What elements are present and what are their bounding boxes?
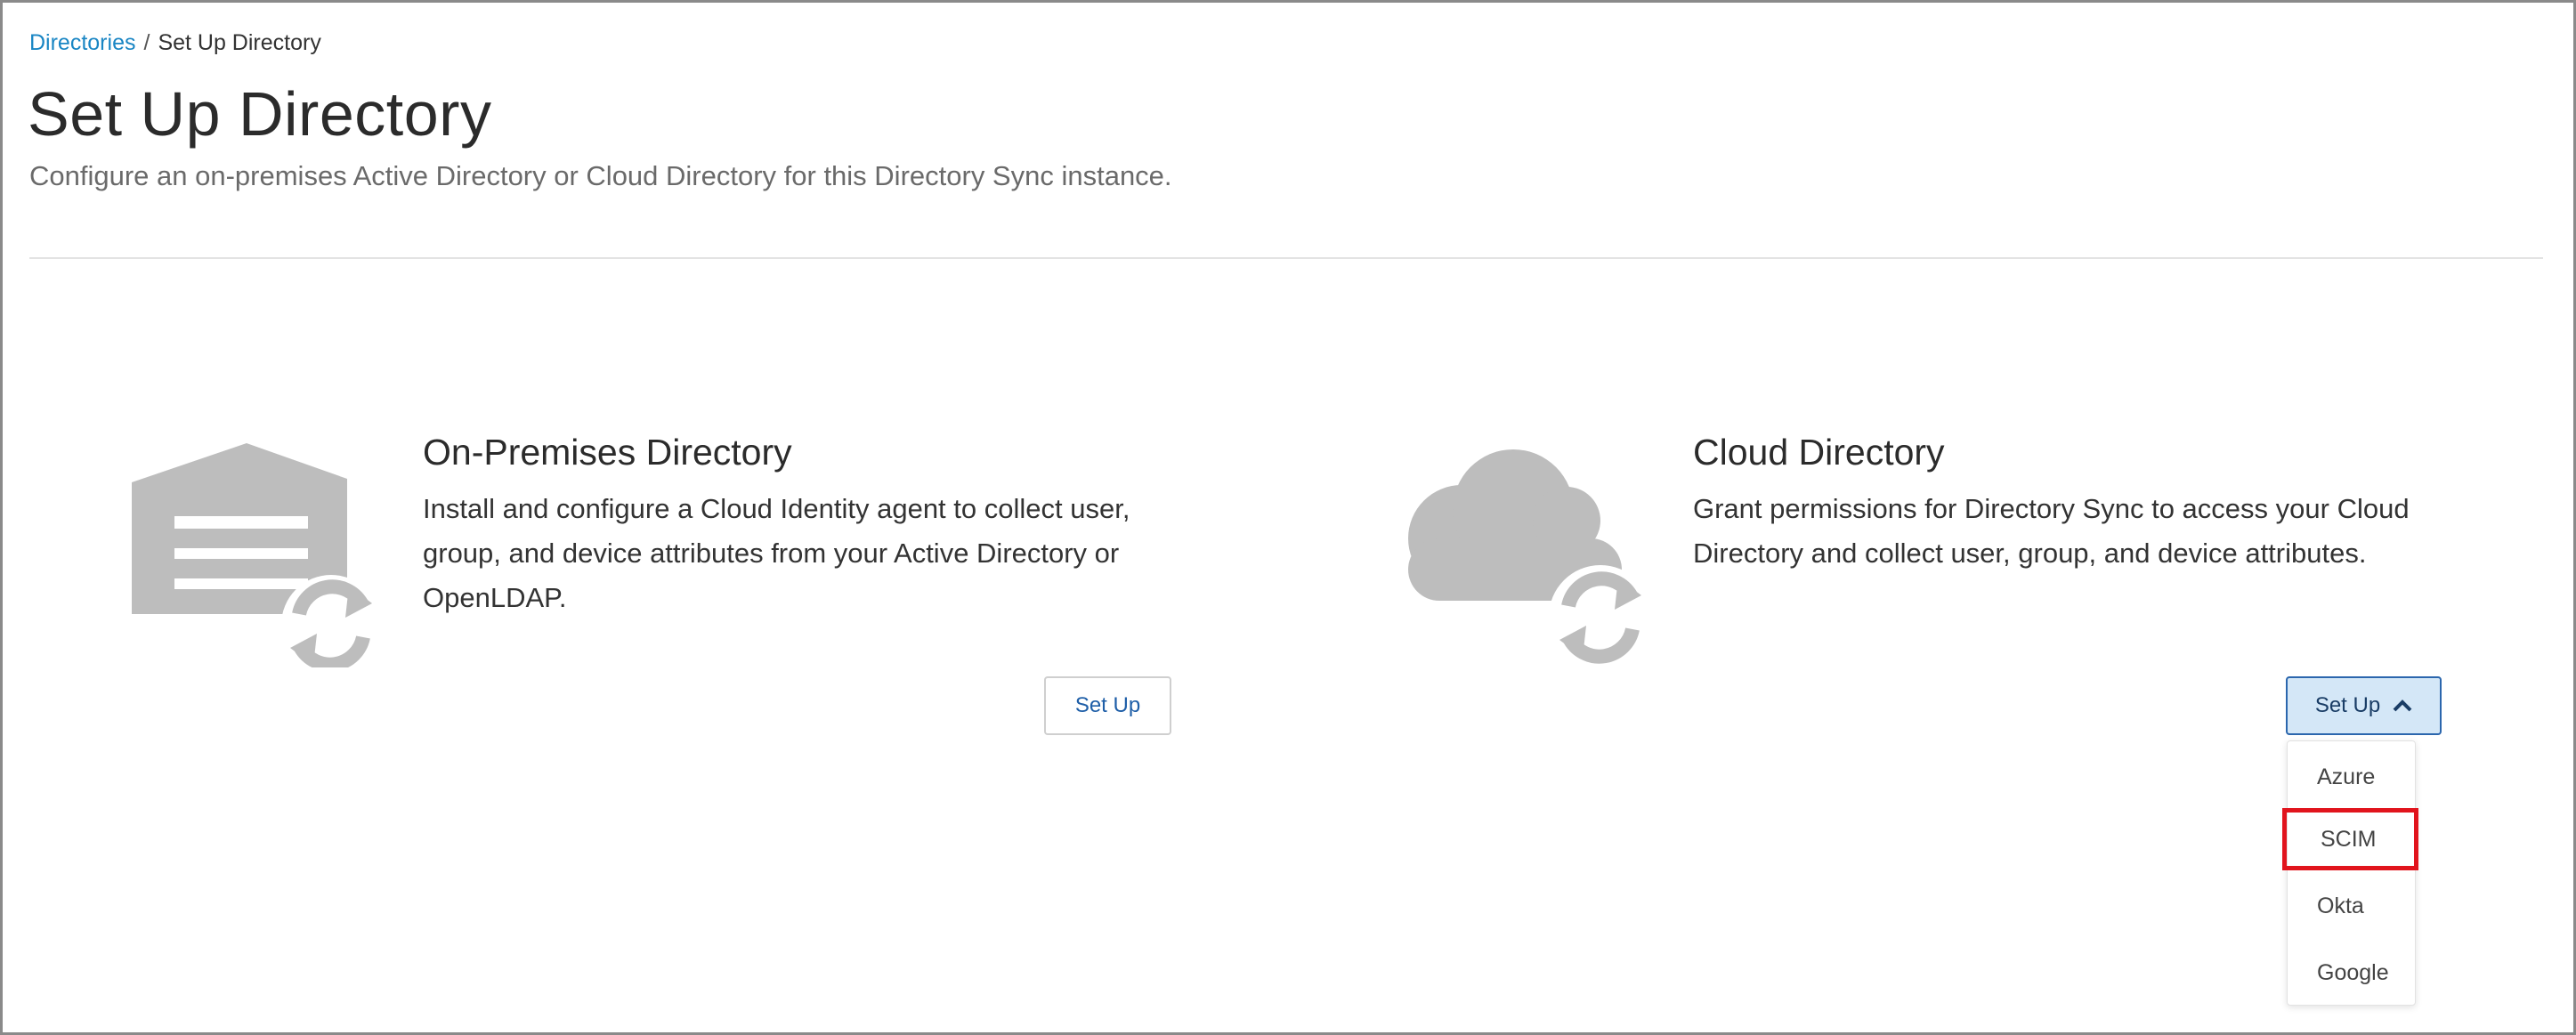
- cloud-sync-icon: [1408, 449, 1652, 668]
- warehouse-sync-icon: [132, 443, 381, 667]
- option-azure[interactable]: Azure: [2288, 746, 2415, 808]
- breadcrumb-separator: /: [143, 30, 150, 55]
- cloud-description: Grant permissions for Directory Sync to …: [1693, 493, 2410, 569]
- header-divider: [29, 257, 2543, 259]
- on-premises-title: On-Premises Directory: [423, 432, 792, 473]
- breadcrumb-link-directories[interactable]: Directories: [29, 30, 135, 55]
- on-premises-description: Install and configure a Cloud Identity a…: [423, 493, 1130, 613]
- on-premises-setup-button[interactable]: Set Up: [1044, 676, 1171, 735]
- cloud-setup-label: Set Up: [2314, 693, 2381, 717]
- cloud-setup-button[interactable]: Set Up: [2286, 676, 2442, 735]
- page-subtitle: Configure an on-premises Active Director…: [29, 160, 1172, 191]
- option-okta[interactable]: Okta: [2288, 875, 2415, 937]
- option-scim[interactable]: SCIM: [2282, 808, 2418, 870]
- cloud-title: Cloud Directory: [1693, 432, 1945, 473]
- option-google[interactable]: Google: [2288, 942, 2415, 1004]
- breadcrumb: Directories / Set Up Directory: [29, 30, 321, 56]
- page-title: Set Up Directory: [28, 79, 492, 149]
- cloud-setup-dropdown: Azure SCIM Okta Google: [2282, 740, 2418, 1006]
- chevron-up-icon: [2393, 699, 2412, 712]
- breadcrumb-current: Set Up Directory: [158, 30, 321, 55]
